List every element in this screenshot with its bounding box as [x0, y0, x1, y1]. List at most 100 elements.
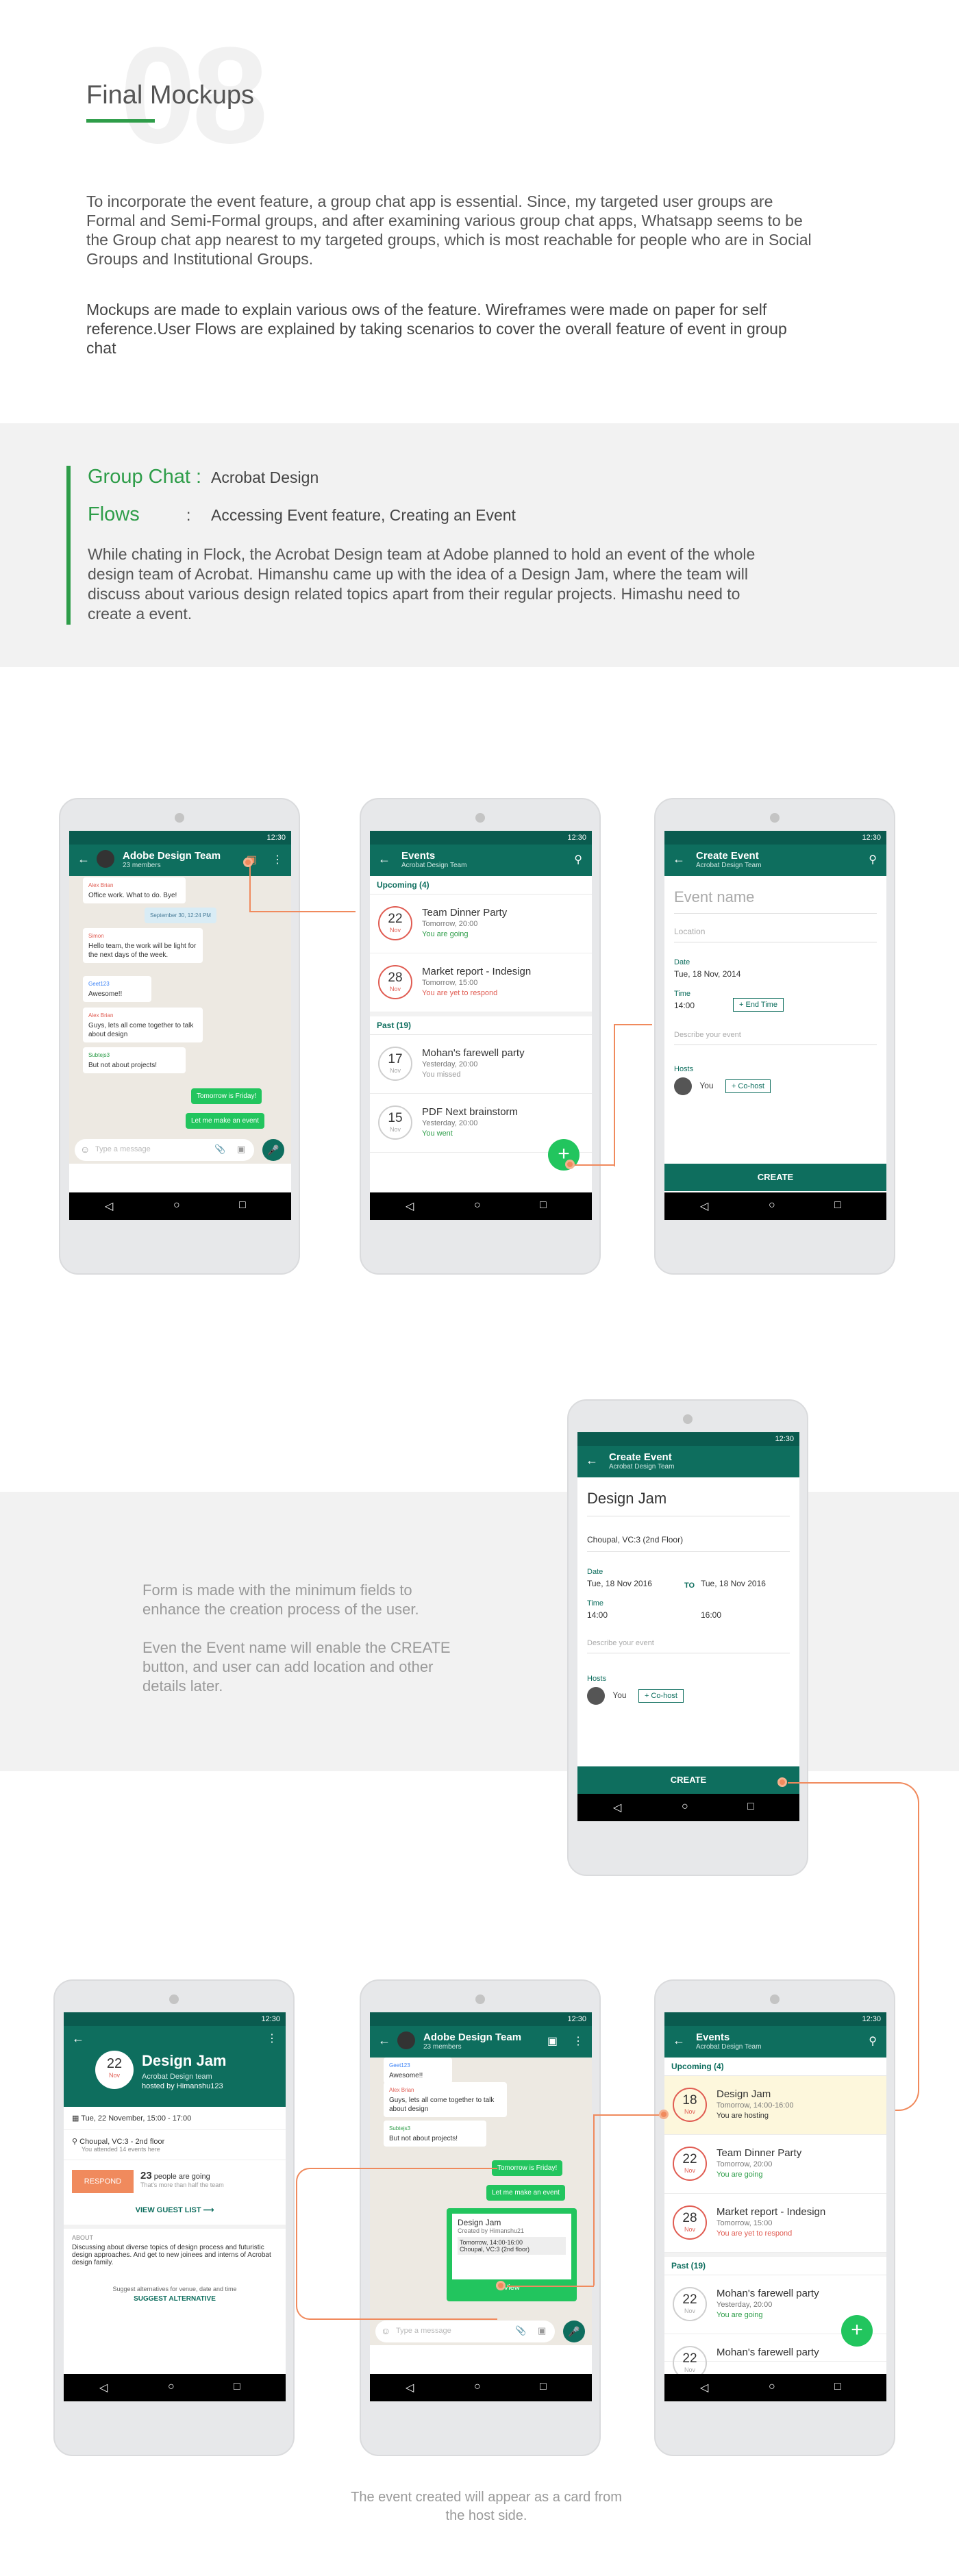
phone-speaker [683, 1414, 693, 1424]
create-subtitle: Acrobat Design Team [696, 862, 762, 869]
nav-bar: ◁ ○ □ [577, 1794, 799, 1821]
nav-recent-icon[interactable]: □ [747, 1801, 754, 1813]
nav-back-icon[interactable]: ◁ [613, 1801, 621, 1814]
event-row[interactable]: 22 Nov Team Dinner Party Tomorrow, 20:00 You… [370, 895, 592, 953]
nav-back-icon[interactable]: ◁ [700, 1199, 708, 1213]
back-icon[interactable]: ← [378, 852, 390, 866]
event-name-input[interactable]: Design Jam [587, 1490, 790, 1516]
nav-home-icon[interactable]: ○ [168, 2381, 175, 2393]
more-icon[interactable]: ⋮ [573, 2034, 584, 2048]
nav-back-icon[interactable]: ◁ [406, 2381, 414, 2394]
nav-home-icon[interactable]: ○ [474, 1199, 481, 1212]
start-time-field[interactable]: 14:00 [587, 1610, 790, 1620]
create-subtitle: Acrobat Design Team [609, 1463, 675, 1471]
location-input[interactable]: Choupal, VC:3 (2nd Floor) [587, 1535, 790, 1552]
message-input[interactable]: Type a message [375, 2321, 555, 2342]
calendar-icon[interactable]: ▣ [547, 2034, 558, 2048]
nav-recent-icon[interactable]: □ [540, 1199, 547, 1212]
message-input[interactable]: Type a message [75, 1139, 254, 1161]
cohost-button[interactable]: + Co-host [725, 1079, 771, 1094]
camera-icon[interactable]: ▣ [538, 2325, 546, 2336]
flows-colon: : [186, 506, 191, 524]
event-row-new[interactable]: 18 Nov Design Jam Tomorrow, 14:00-16:00 You … [664, 2076, 886, 2135]
event-row[interactable]: 17 Nov Mohan's farewell party Yesterday, 20… [370, 1035, 592, 1094]
event-where: ⚲ Choupal, VC:3 - 2nd floor You attended … [64, 2130, 286, 2160]
add-event-button[interactable]: + [841, 2315, 873, 2347]
camera-icon[interactable]: ▣ [237, 1144, 245, 1155]
respond-button[interactable]: RESPOND [72, 2170, 134, 2193]
phone-speaker [770, 813, 780, 823]
phone-create-event: 12:30 ← Create Event Acrobat Design Team… [654, 798, 895, 1275]
attach-icon[interactable]: 📎 [515, 2325, 526, 2336]
nav-back-icon[interactable]: ◁ [700, 2381, 708, 2394]
mic-icon: 🎤 [267, 1145, 279, 1155]
nav-bar: ◁ ○ □ [664, 1192, 886, 1220]
event-row[interactable]: 28 Nov Market report - Indesign Tomorrow, 1… [370, 953, 592, 1012]
describe-input[interactable]: Describe your event [674, 1031, 877, 1045]
date-label: Date [674, 958, 690, 966]
search-icon[interactable]: ⚲ [869, 853, 877, 866]
nav-recent-icon[interactable]: □ [540, 2381, 547, 2393]
flow-arrow [574, 1024, 615, 1166]
back-icon[interactable]: ← [673, 852, 685, 866]
create-title: Create Event [609, 1451, 672, 1463]
plus-icon: + [851, 2318, 863, 2341]
mic-button[interactable]: 🎤 [563, 2321, 585, 2342]
back-icon[interactable]: ← [673, 2034, 685, 2048]
describe-input[interactable]: Describe your event [587, 1639, 790, 1653]
mic-button[interactable]: 🎤 [262, 1139, 284, 1161]
nav-home-icon[interactable]: ○ [682, 1801, 688, 1813]
event-title: Design Jam [142, 2052, 227, 2069]
create-button[interactable]: CREATE [664, 1164, 886, 1191]
more-icon[interactable]: ⋮ [272, 853, 283, 866]
nav-recent-icon[interactable]: □ [834, 2381, 841, 2393]
date-field[interactable]: Tue, 18 Nov, 2014 [674, 969, 877, 979]
flow-arrow [574, 1164, 615, 1166]
nav-home-icon[interactable]: ○ [173, 1199, 180, 1212]
to-label: TO [684, 1581, 695, 1590]
location-input[interactable]: Location [674, 927, 877, 942]
nav-home-icon[interactable]: ○ [769, 1199, 775, 1212]
nav-home-icon[interactable]: ○ [769, 2381, 775, 2393]
search-icon[interactable]: ⚲ [574, 853, 582, 866]
end-date-field[interactable]: Tue, 18 Nov 2016 [701, 1579, 766, 1588]
end-time-field[interactable]: 16:00 [701, 1610, 721, 1620]
events-app-bar: ← Events Acrobat Design Team ⚲ [370, 845, 592, 876]
nav-recent-icon[interactable]: □ [234, 2381, 240, 2393]
back-icon[interactable]: ← [72, 2031, 84, 2046]
event-name-input[interactable]: Event name [674, 888, 877, 914]
back-icon[interactable]: ← [77, 852, 90, 866]
create-button[interactable]: CREATE [577, 1766, 799, 1794]
emoji-icon[interactable]: ☺ [381, 2325, 390, 2336]
nav-back-icon[interactable]: ◁ [99, 2381, 108, 2394]
back-icon[interactable]: ← [378, 2034, 390, 2048]
create-title: Create Event [696, 850, 759, 862]
nav-back-icon[interactable]: ◁ [406, 1199, 414, 1213]
page-title: Final Mockups [86, 81, 254, 110]
nav-home-icon[interactable]: ○ [474, 2381, 481, 2393]
detail-header: ← ⋮ 22 Nov Design Jam Acrobat Design team… [64, 2026, 286, 2107]
view-guest-list-link[interactable]: VIEW GUEST LIST ⟶ [64, 2205, 286, 2214]
phone-event-detail: 12:30 ← ⋮ 22 Nov Design Jam Acrobat Desig… [53, 1979, 295, 2456]
nav-recent-icon[interactable]: □ [239, 1199, 246, 1212]
status-bar: 12:30 [370, 2012, 592, 2026]
cohost-button[interactable]: + Co-host [638, 1689, 684, 1703]
event-row[interactable]: 28 Nov Market report - Indesign Tomorrow, 1… [664, 2194, 886, 2253]
event-row[interactable]: 22 Nov Team Dinner Party Tomorrow, 20:00 You… [664, 2135, 886, 2194]
message-bubble: Subtejs3 But not about projects! [83, 1047, 186, 1073]
flow-arrow [507, 2286, 594, 2287]
nav-bar: ◁ ○ □ [370, 2374, 592, 2401]
about-section: ABOUT Discussing about diverse topics of … [72, 2234, 271, 2266]
nav-back-icon[interactable]: ◁ [105, 1199, 113, 1213]
end-time-button[interactable]: + End Time [733, 998, 784, 1012]
more-icon[interactable]: ⋮ [266, 2031, 277, 2045]
attach-icon[interactable]: 📎 [214, 1144, 225, 1155]
nav-recent-icon[interactable]: □ [834, 1199, 841, 1212]
search-icon[interactable]: ⚲ [869, 2034, 877, 2048]
suggest-alternative-link[interactable]: SUGGEST ALTERNATIVE [64, 2292, 286, 2303]
back-icon[interactable]: ← [586, 1453, 598, 1468]
create-screen: 12:30 ← Create Event Acrobat Design Team… [664, 831, 886, 1220]
upcoming-header: Upcoming (4) [664, 2058, 886, 2076]
emoji-icon[interactable]: ☺ [80, 1144, 90, 1155]
going-count: 23 people are going That's more than half… [140, 2170, 224, 2188]
